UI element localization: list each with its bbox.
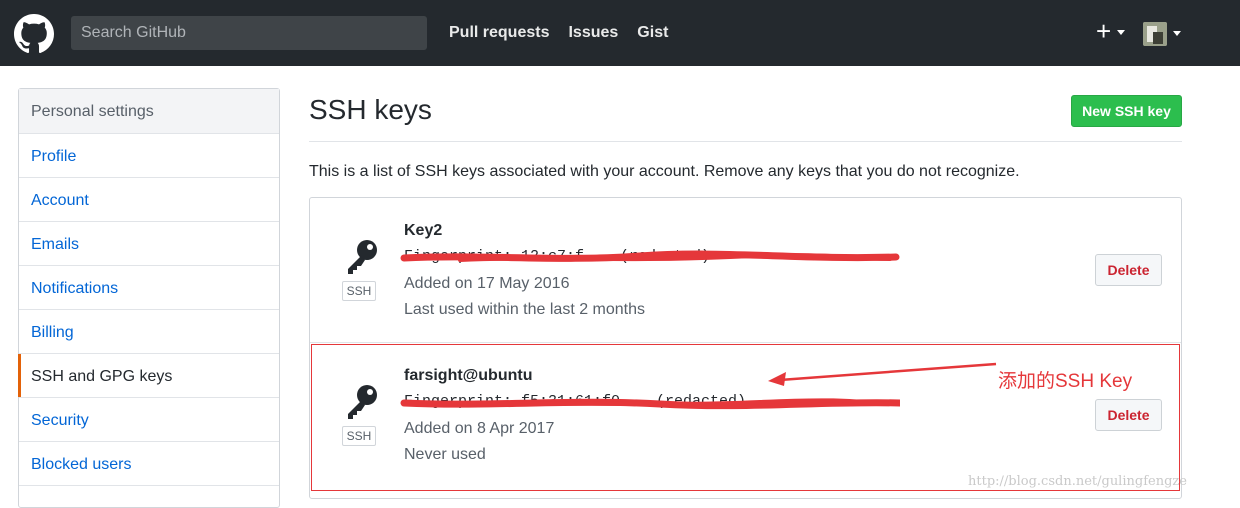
arrow-icon xyxy=(768,362,997,386)
top-nav: Pull requests Issues Gist xyxy=(449,24,668,42)
divider xyxy=(309,141,1182,142)
sidebar-item-profile[interactable]: Profile xyxy=(19,134,279,178)
chevron-down-icon xyxy=(1117,30,1125,35)
annotation-label: 添加的SSH Key xyxy=(998,371,1133,392)
sidebar-item-blocked-users[interactable]: Blocked users xyxy=(19,442,279,486)
key-title: Key2 xyxy=(404,222,443,239)
sidebar-item-emails[interactable]: Emails xyxy=(19,222,279,266)
plus-icon: + xyxy=(1096,16,1112,46)
watermark: http://blog.csdn.net/gulingfengze xyxy=(968,474,1187,489)
ssh-key-row: SSH Key2 Fingerprint: 12:c7:f... (redact… xyxy=(310,198,1181,343)
avatar-image-icon xyxy=(1143,22,1167,46)
key-last-used: Last used within the last 2 months xyxy=(404,301,646,318)
ssh-badge: SSH xyxy=(342,281,376,301)
key-icon xyxy=(348,240,377,274)
nav-issues[interactable]: Issues xyxy=(568,24,618,42)
page-description: This is a list of SSH keys associated wi… xyxy=(309,163,1020,180)
github-logo-icon[interactable] xyxy=(14,14,54,54)
nav-pull-requests[interactable]: Pull requests xyxy=(449,24,549,42)
new-ssh-key-button[interactable]: New SSH key xyxy=(1071,95,1182,127)
chevron-down-icon[interactable] xyxy=(1173,31,1181,36)
page-title: SSH keys xyxy=(309,94,432,125)
delete-key-button[interactable]: Delete xyxy=(1095,254,1162,286)
sidebar-item-ssh-gpg-keys[interactable]: SSH and GPG keys xyxy=(18,354,279,398)
sidebar-item-account[interactable]: Account xyxy=(19,178,279,222)
sidebar-item-security[interactable]: Security xyxy=(19,398,279,442)
sidebar-title: Personal settings xyxy=(19,89,279,134)
settings-sidebar: Personal settings Profile Account Emails… xyxy=(18,88,280,508)
nav-gist[interactable]: Gist xyxy=(637,24,668,42)
search-input[interactable]: Search GitHub xyxy=(71,16,427,50)
sidebar-item-notifications[interactable]: Notifications xyxy=(19,266,279,310)
sidebar-item-billing[interactable]: Billing xyxy=(19,310,279,354)
redaction-scribble xyxy=(400,250,900,262)
top-header: Search GitHub Pull requests Issues Gist … xyxy=(0,0,1240,66)
create-new-dropdown[interactable]: + xyxy=(1096,16,1125,46)
key-added-date: Added on 17 May 2016 xyxy=(404,275,570,292)
avatar[interactable] xyxy=(1143,22,1167,46)
